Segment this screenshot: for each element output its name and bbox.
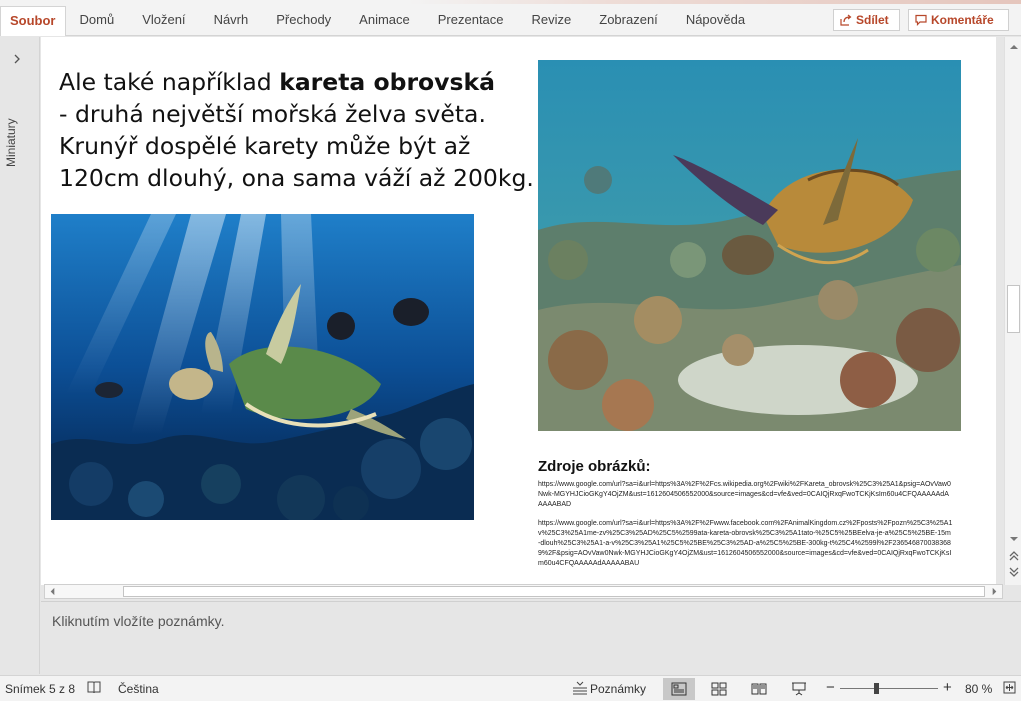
slide-text-rest: - druhá největší mořská želva světa. Kru…	[59, 100, 534, 192]
tab-zobrazeni[interactable]: Zobrazení	[585, 6, 672, 36]
slideshow-button[interactable]	[783, 678, 815, 700]
share-label: Sdílet	[856, 13, 889, 27]
ribbon-tab-bar: Soubor Domů Vložení Návrh Přechody Anima…	[0, 0, 1021, 36]
slideshow-icon	[792, 682, 806, 696]
zoom-in-button[interactable]: +	[943, 679, 952, 696]
ribbon-tabs: Soubor Domů Vložení Návrh Přechody Anima…	[0, 6, 759, 36]
scroll-down-icon[interactable]	[1009, 534, 1019, 544]
reading-view-button[interactable]	[743, 678, 775, 700]
accessibility-book-icon[interactable]	[87, 680, 101, 694]
slide-text-intro: Ale také například	[59, 68, 280, 96]
turtle-photo-2[interactable]	[538, 60, 961, 431]
notes-icon[interactable]	[572, 681, 588, 695]
tab-domu[interactable]: Domů	[66, 6, 129, 36]
slide-editor: Ale také například kareta obrovská - dru…	[41, 37, 1004, 585]
comments-button[interactable]: Komentáře	[908, 9, 1009, 31]
title-accent	[0, 0, 1021, 4]
slide-counter: Snímek 5 z 8	[5, 682, 76, 696]
notes-pane[interactable]: Kliknutím vložíte poznámky.	[41, 601, 1021, 674]
tab-prechody[interactable]: Přechody	[262, 6, 345, 36]
fit-to-window-icon[interactable]	[1002, 680, 1017, 695]
notes-button[interactable]: Poznámky	[590, 682, 646, 696]
share-button[interactable]: Sdílet	[833, 9, 900, 31]
slide-body-text[interactable]: Ale také například kareta obrovská - dru…	[59, 66, 539, 194]
zoom-slider-track[interactable]	[840, 688, 938, 689]
thumbnails-label[interactable]: Miniatury	[4, 118, 18, 167]
tab-animace[interactable]: Animace	[345, 6, 424, 36]
source-link-1[interactable]: https://www.google.com/url?sa=i&url=http…	[538, 480, 953, 510]
tab-prezentace[interactable]: Prezentace	[424, 6, 518, 36]
zoom-slider-thumb[interactable]	[874, 683, 879, 694]
turtle-photo-1[interactable]	[51, 214, 474, 520]
slide-text-bold: kareta obrovská	[279, 68, 495, 96]
horizontal-scroll-thumb[interactable]	[123, 586, 985, 597]
zoom-level[interactable]: 80 %	[965, 682, 992, 696]
scroll-left-icon[interactable]	[48, 587, 57, 596]
tab-revize[interactable]: Revize	[518, 6, 586, 36]
slide-sorter-button[interactable]	[703, 678, 735, 700]
reading-view-icon	[751, 683, 767, 695]
horizontal-scrollbar[interactable]	[44, 584, 1003, 599]
sources-title: Zdroje obrázků:	[538, 458, 651, 475]
thumbnails-pane: Miniatury	[0, 37, 40, 674]
comment-icon	[915, 14, 927, 26]
zoom-out-button[interactable]: −	[826, 679, 835, 696]
tab-soubor[interactable]: Soubor	[0, 6, 66, 36]
notes-placeholder[interactable]: Kliknutím vložíte poznámky.	[52, 613, 224, 629]
chevron-right-icon[interactable]	[11, 53, 23, 65]
share-icon	[840, 14, 852, 26]
comments-label: Komentáře	[931, 13, 994, 27]
scroll-up-icon[interactable]	[1009, 42, 1019, 52]
scroll-right-icon[interactable]	[990, 587, 999, 596]
slide-canvas[interactable]: Ale také například kareta obrovská - dru…	[41, 37, 996, 585]
tab-vlozeni[interactable]: Vložení	[128, 6, 199, 36]
slide-sorter-icon	[711, 682, 727, 696]
tab-navrh[interactable]: Návrh	[200, 6, 263, 36]
normal-view-button[interactable]	[663, 678, 695, 700]
source-link-2[interactable]: https://www.google.com/url?sa=i&url=http…	[538, 519, 953, 569]
status-bar: Snímek 5 z 8 Čeština Poznámky − + 80 %	[0, 675, 1021, 701]
next-slide-icon[interactable]	[1009, 567, 1019, 577]
vertical-scroll-thumb[interactable]	[1007, 285, 1020, 333]
vertical-scrollbar[interactable]	[1004, 37, 1021, 585]
tab-napoveda[interactable]: Nápověda	[672, 6, 759, 36]
previous-slide-icon[interactable]	[1009, 551, 1019, 561]
language-label[interactable]: Čeština	[118, 682, 159, 696]
normal-view-icon	[671, 682, 687, 696]
